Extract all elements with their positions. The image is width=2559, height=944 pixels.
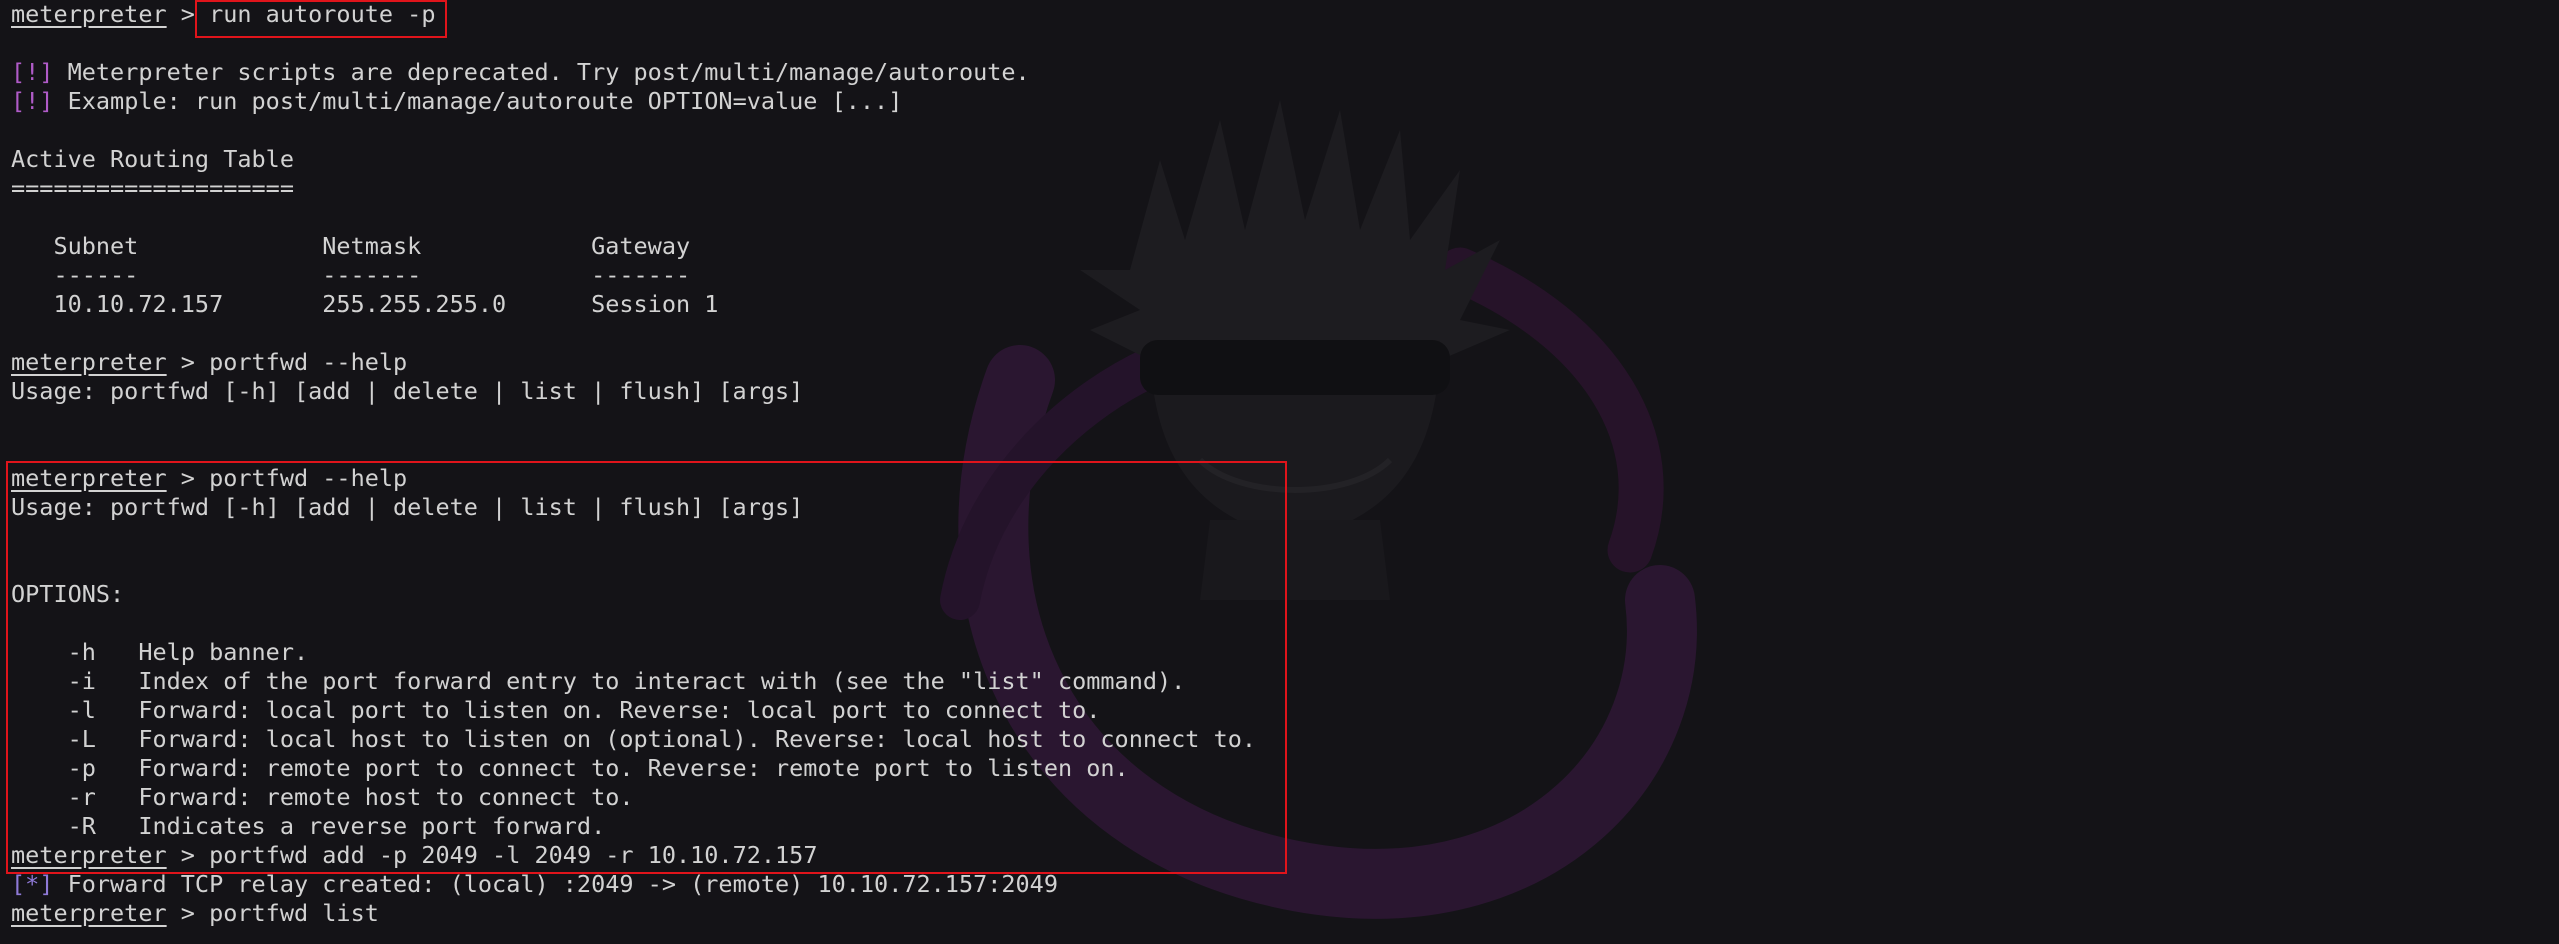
- status-line: [*] Forward TCP relay created: (local) :…: [11, 870, 1058, 899]
- command-line-portfwd-list: meterpreter > portfwd list: [11, 899, 379, 928]
- option-line: -p Forward: remote port to connect to. R…: [11, 754, 1129, 782]
- option-line: -i Index of the port forward entry to in…: [11, 667, 1186, 695]
- options-heading: OPTIONS:: [11, 580, 125, 608]
- meterpreter-prompt: meterpreter: [11, 841, 167, 869]
- warning-text: Example: run post/multi/manage/autoroute…: [53, 87, 903, 115]
- routing-table-divider: ------ ------- -------: [11, 261, 691, 289]
- option-line: -R Indicates a reverse port forward.: [11, 812, 606, 840]
- option-line: -l Forward: local port to listen on. Rev…: [11, 696, 1101, 724]
- routing-table-header: Subnet Netmask Gateway: [11, 232, 691, 260]
- prompt-separator: >: [166, 841, 210, 869]
- routing-table-underline: ====================: [11, 174, 294, 202]
- routing-table-row: 10.10.72.157 255.255.255.0 Session 1: [11, 290, 719, 318]
- prompt-separator: >: [166, 0, 210, 28]
- command-text: portfwd --help: [209, 464, 408, 492]
- option-line: -h Help banner.: [11, 638, 309, 666]
- command-line-autoroute: meterpreter > run autoroute -p: [11, 0, 435, 29]
- prompt-separator: >: [166, 464, 210, 492]
- option-line: -r Forward: remote host to connect to.: [11, 783, 634, 811]
- command-text: portfwd --help: [209, 348, 408, 376]
- status-text: Forward TCP relay created: (local) :2049…: [53, 870, 1058, 898]
- command-line-portfwd-help: meterpreter > portfwd --help: [11, 464, 407, 493]
- meterpreter-prompt: meterpreter: [11, 899, 167, 927]
- command-text: portfwd add -p 2049 -l 2049 -r 10.10.72.…: [209, 841, 818, 869]
- meterpreter-prompt: meterpreter: [11, 348, 167, 376]
- terminal-window[interactable]: meterpreter > run autoroute -p [!] Meter…: [0, 0, 2559, 944]
- meterpreter-prompt: meterpreter: [11, 464, 167, 492]
- warning-tag: [!]: [11, 58, 54, 86]
- warning-line: [!] Meterpreter scripts are deprecated. …: [11, 58, 1030, 87]
- command-line-portfwd-help: meterpreter > portfwd --help: [11, 348, 407, 377]
- command-text: run autoroute -p: [209, 0, 436, 28]
- status-tag: [*]: [11, 870, 54, 898]
- command-text: portfwd list: [209, 899, 379, 927]
- prompt-separator: >: [166, 899, 210, 927]
- warning-text: Meterpreter scripts are deprecated. Try …: [53, 58, 1030, 86]
- meterpreter-prompt: meterpreter: [11, 0, 167, 28]
- prompt-separator: >: [166, 348, 210, 376]
- usage-line: Usage: portfwd [-h] [add | delete | list…: [11, 377, 804, 405]
- usage-line: Usage: portfwd [-h] [add | delete | list…: [11, 493, 804, 521]
- option-line: -L Forward: local host to listen on (opt…: [11, 725, 1257, 753]
- warning-tag: [!]: [11, 87, 54, 115]
- warning-line: [!] Example: run post/multi/manage/autor…: [11, 87, 902, 116]
- wallpaper-anime-art: [940, 100, 1697, 919]
- command-line-portfwd-add: meterpreter > portfwd add -p 2049 -l 204…: [11, 841, 817, 870]
- routing-table-title: Active Routing Table: [11, 145, 294, 173]
